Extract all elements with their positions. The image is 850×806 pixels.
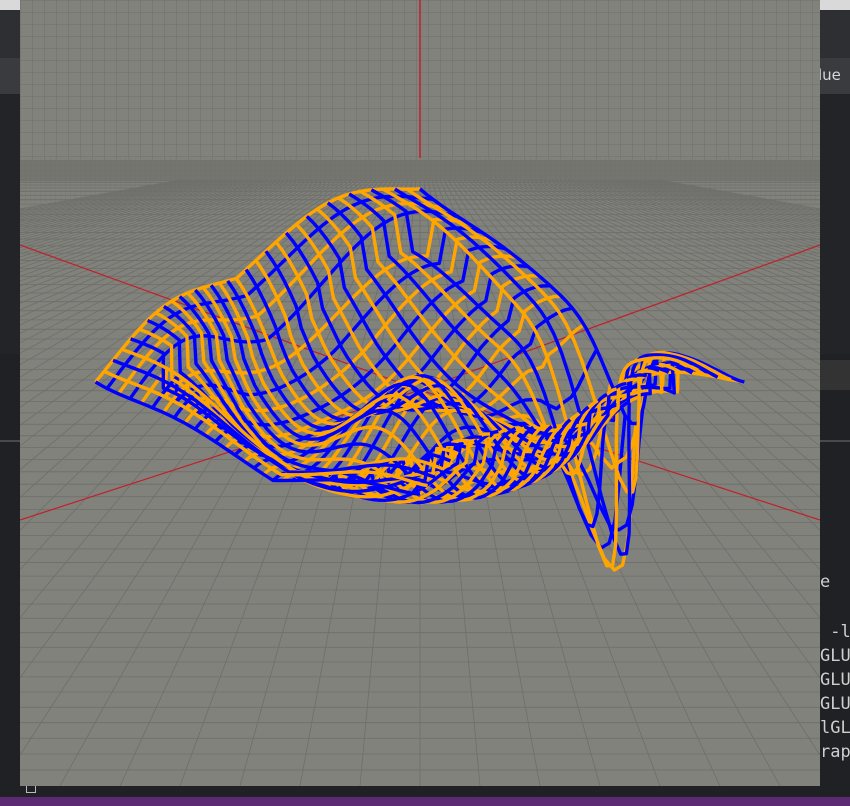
floor-grid-line bbox=[571, 179, 820, 252]
floor-grid-line bbox=[20, 179, 197, 215]
floor-grid-line bbox=[20, 179, 253, 241]
horizon-shade bbox=[20, 160, 820, 180]
floor-grid-line bbox=[575, 179, 820, 249]
floor-grid-line bbox=[623, 179, 820, 222]
floor-grid-line bbox=[643, 179, 820, 215]
terminal-line: GLU bbox=[820, 670, 850, 690]
terminal-line: rap bbox=[820, 742, 850, 762]
floor-grid-line bbox=[20, 179, 237, 232]
floor-grid-line bbox=[20, 179, 257, 243]
floor-grid-line bbox=[20, 179, 265, 249]
terminal-line: GLU bbox=[820, 694, 850, 714]
tab-label[interactable]: lue bbox=[818, 66, 841, 84]
floor-grid-line bbox=[647, 179, 820, 214]
floor-grid-line bbox=[20, 179, 221, 224]
opengl-viewport[interactable] bbox=[20, 0, 820, 786]
floor-grid-line bbox=[503, 179, 820, 344]
floor-grid-line bbox=[607, 179, 820, 230]
floor-grid-line bbox=[20, 179, 333, 334]
floor-grid-line bbox=[507, 179, 820, 334]
floor-grid-line bbox=[487, 179, 820, 392]
terminal-line: -l bbox=[820, 622, 850, 642]
floor-grid-line bbox=[651, 179, 820, 212]
floor-grid-line bbox=[20, 179, 233, 230]
floor-grid-line bbox=[20, 179, 261, 246]
floor-grid-line bbox=[20, 179, 329, 326]
floor-grid-line bbox=[495, 179, 820, 365]
floor-grid-line bbox=[511, 179, 820, 326]
floor-grid-line bbox=[20, 179, 217, 222]
floor-grid-line bbox=[20, 179, 241, 234]
terminal-line: GLU bbox=[820, 646, 850, 666]
floor-grid-line bbox=[519, 179, 820, 311]
taskbar bbox=[0, 797, 850, 806]
floor-grid-line bbox=[20, 179, 313, 298]
terminal-line: lGL bbox=[820, 718, 850, 738]
floor-grid-line bbox=[20, 179, 193, 214]
floor-grid-line bbox=[20, 179, 189, 212]
panel-strip bbox=[820, 360, 850, 390]
terminal-line: e bbox=[820, 572, 831, 592]
floor-grid-line bbox=[20, 179, 269, 252]
surface-plot-canvas bbox=[20, 0, 820, 786]
floor-grid-line bbox=[619, 179, 820, 224]
floor-grid-line bbox=[20, 179, 337, 344]
